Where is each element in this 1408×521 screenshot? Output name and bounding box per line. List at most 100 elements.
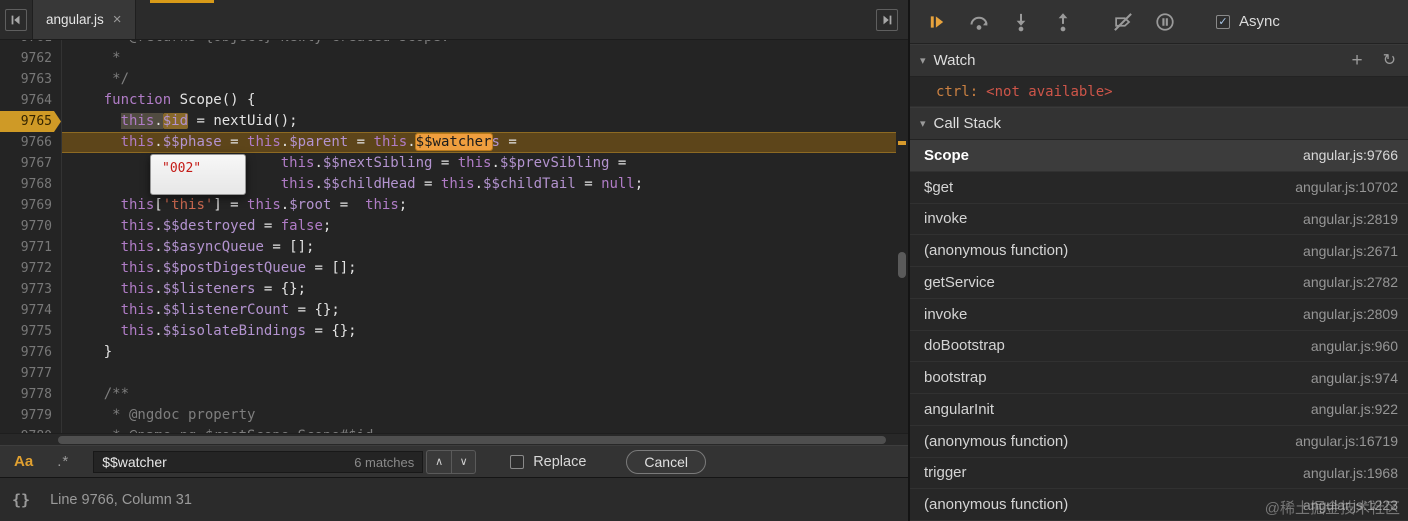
drawer-toggle-button[interactable] <box>876 0 908 39</box>
pretty-print-icon[interactable]: {} <box>12 491 30 509</box>
gutter-line-number[interactable]: 9769 <box>0 195 61 216</box>
vertical-scrollbar-thumb[interactable] <box>898 252 906 278</box>
stack-frame-function: doBootstrap <box>924 337 1005 355</box>
call-stack-list: Scope angular.js:9766 $get angular.js:10702… <box>910 140 1408 521</box>
step-over-icon[interactable] <box>966 9 992 35</box>
pause-on-exceptions-icon[interactable] <box>1152 9 1178 35</box>
gutter-line-number[interactable]: 9775 <box>0 321 61 342</box>
gutter-line-number[interactable]: 9764 <box>0 90 61 111</box>
code-line[interactable]: /** <box>70 384 896 405</box>
navigator-toggle-button[interactable] <box>0 0 33 39</box>
stack-frame-location: angular.js:974 <box>1310 369 1398 386</box>
code-line[interactable] <box>70 363 896 384</box>
code-line[interactable]: } <box>70 342 896 363</box>
previous-match-button[interactable]: ∧ <box>426 449 452 474</box>
step-out-icon[interactable] <box>1050 9 1076 35</box>
code-line[interactable]: this.$$asyncQueue = []; <box>70 237 896 258</box>
gutter-line-number[interactable]: 9773 <box>0 279 61 300</box>
code-line[interactable]: this.$$postDigestQueue = []; <box>70 258 896 279</box>
stack-frame-row[interactable]: (anonymous function) angular.js:2671 <box>910 235 1408 267</box>
match-case-toggle[interactable]: Aa <box>14 453 33 470</box>
stack-frame-row[interactable]: invoke angular.js:2809 <box>910 298 1408 331</box>
code-line[interactable]: this.$$listeners = {}; <box>70 279 896 300</box>
gutter-line-number[interactable]: 9779 <box>0 405 61 426</box>
code-line[interactable]: this.$$destroyed = false; <box>70 216 896 237</box>
gutter-line-number[interactable]: 9765 <box>0 111 61 132</box>
editor-body: 9761976297639764976597669767976897699770… <box>0 40 896 433</box>
watch-title: Watch <box>933 52 976 69</box>
stack-frame-row[interactable]: invoke angular.js:2819 <box>910 203 1408 236</box>
watch-section-header[interactable]: ▾ Watch + ↻ <box>910 44 1408 77</box>
stack-frame-function: angularInit <box>924 400 995 418</box>
gutter-line-number[interactable]: 9774 <box>0 300 61 321</box>
code-line[interactable]: this['this'] = this.$root = this; <box>70 195 896 216</box>
gutter-line-number[interactable]: 9772 <box>0 258 61 279</box>
code-line[interactable]: * <box>70 48 896 69</box>
gutter-line-number[interactable]: 9776 <box>0 342 61 363</box>
gutter-line-number[interactable]: 9770 <box>0 216 61 237</box>
code-line[interactable]: function Scope() { <box>70 90 896 111</box>
tooltip-value: "002" <box>162 161 202 176</box>
step-into-icon[interactable] <box>1008 9 1034 35</box>
code-line[interactable]: this.$id = nextUid(); <box>70 111 896 132</box>
status-bar: {} Line 9766, Column 31 <box>0 477 908 521</box>
gutter-line-number[interactable]: 9763 <box>0 69 61 90</box>
deactivate-breakpoints-icon[interactable] <box>1110 9 1136 35</box>
debugger-sidebar: ✓ Async ▾ Watch + ↻ ctrl: <not available>… <box>908 0 1408 521</box>
stack-frame-row[interactable]: trigger angular.js:1968 <box>910 457 1408 490</box>
code-line[interactable]: * @name ng.$rootScope.Scope#$id <box>70 426 896 433</box>
stack-frame-row[interactable]: doBootstrap angular.js:960 <box>910 330 1408 363</box>
cursor-position-label: Line 9766, Column 31 <box>50 491 192 508</box>
gutter-line-number[interactable]: 9778 <box>0 384 61 405</box>
watch-value: <not available> <box>986 83 1113 100</box>
stack-frame-function: invoke <box>924 305 968 323</box>
stack-frame-row[interactable]: Scope angular.js:9766 <box>910 140 1408 172</box>
resume-button[interactable] <box>924 9 950 35</box>
gutter-line-number[interactable]: 9780 <box>0 426 61 433</box>
replace-checkbox[interactable] <box>510 454 525 469</box>
watch-actions: + ↻ <box>1351 51 1396 70</box>
gutter-line-number[interactable]: 9771 <box>0 237 61 258</box>
code-line[interactable]: * @returns {Object} Newly created scope. <box>70 40 896 48</box>
stack-frame-function: invoke <box>924 210 968 228</box>
gutter-line-number[interactable]: 9768 <box>0 174 61 195</box>
show-panel-icon <box>876 8 898 31</box>
watch-list: ctrl: <not available> <box>910 77 1408 107</box>
code-line[interactable]: this.$$listenerCount = {}; <box>70 300 896 321</box>
stack-frame-row[interactable]: (anonymous function) angular.js:16719 <box>910 425 1408 458</box>
stack-frame-row[interactable]: bootstrap angular.js:974 <box>910 362 1408 394</box>
chevron-down-icon: ▾ <box>920 118 926 130</box>
code-line[interactable]: */ <box>70 69 896 90</box>
watch-expression-row[interactable]: ctrl: <not available> <box>910 77 1408 107</box>
stack-frame-location: angular.js:2819 <box>1303 210 1398 227</box>
async-checkbox[interactable]: ✓ <box>1216 14 1230 29</box>
stack-frame-row[interactable]: $get angular.js:10702 <box>910 171 1408 204</box>
code-editor[interactable]: 9761976297639764976597669767976897699770… <box>0 40 908 433</box>
stack-frame-row[interactable]: getService angular.js:2782 <box>910 267 1408 299</box>
horizontal-scrollbar-thumb[interactable] <box>58 436 886 444</box>
call-stack-section-header[interactable]: ▾ Call Stack <box>910 107 1408 140</box>
gutter-line-number[interactable]: 9761 <box>0 40 61 48</box>
gutter-line-number[interactable]: 9762 <box>0 48 61 69</box>
match-count: 6 matches <box>354 454 415 470</box>
gutter: 9761976297639764976597669767976897699770… <box>0 40 62 433</box>
code-line[interactable]: this.$$isolateBindings = {}; <box>70 321 896 342</box>
code-line[interactable]: this.$$phase = this.$parent = this.$$wat… <box>62 132 896 153</box>
refresh-watch-icon[interactable]: ↻ <box>1383 52 1396 69</box>
tab-title: angular.js <box>46 12 104 27</box>
stack-frame-row[interactable]: angularInit angular.js:922 <box>910 394 1408 426</box>
next-match-button[interactable]: ∨ <box>451 449 477 474</box>
cancel-button[interactable]: Cancel <box>626 449 706 474</box>
devtools-window: angular.js × 976197629763976497659766976… <box>0 0 1408 521</box>
add-watch-icon[interactable]: + <box>1351 51 1362 70</box>
horizontal-scrollbar <box>0 433 908 445</box>
tab-angular-js[interactable]: angular.js × <box>33 0 136 39</box>
gutter-line-number[interactable]: 9767 <box>0 153 61 174</box>
regex-toggle[interactable]: .* <box>57 453 69 470</box>
tab-close-icon[interactable]: × <box>113 12 122 27</box>
stack-frame-location: angular.js:2782 <box>1303 274 1398 291</box>
stack-frame-function: trigger <box>924 464 967 482</box>
code-line[interactable]: * @ngdoc property <box>70 405 896 426</box>
gutter-line-number[interactable]: 9766 <box>0 132 61 153</box>
gutter-line-number[interactable]: 9777 <box>0 363 61 384</box>
